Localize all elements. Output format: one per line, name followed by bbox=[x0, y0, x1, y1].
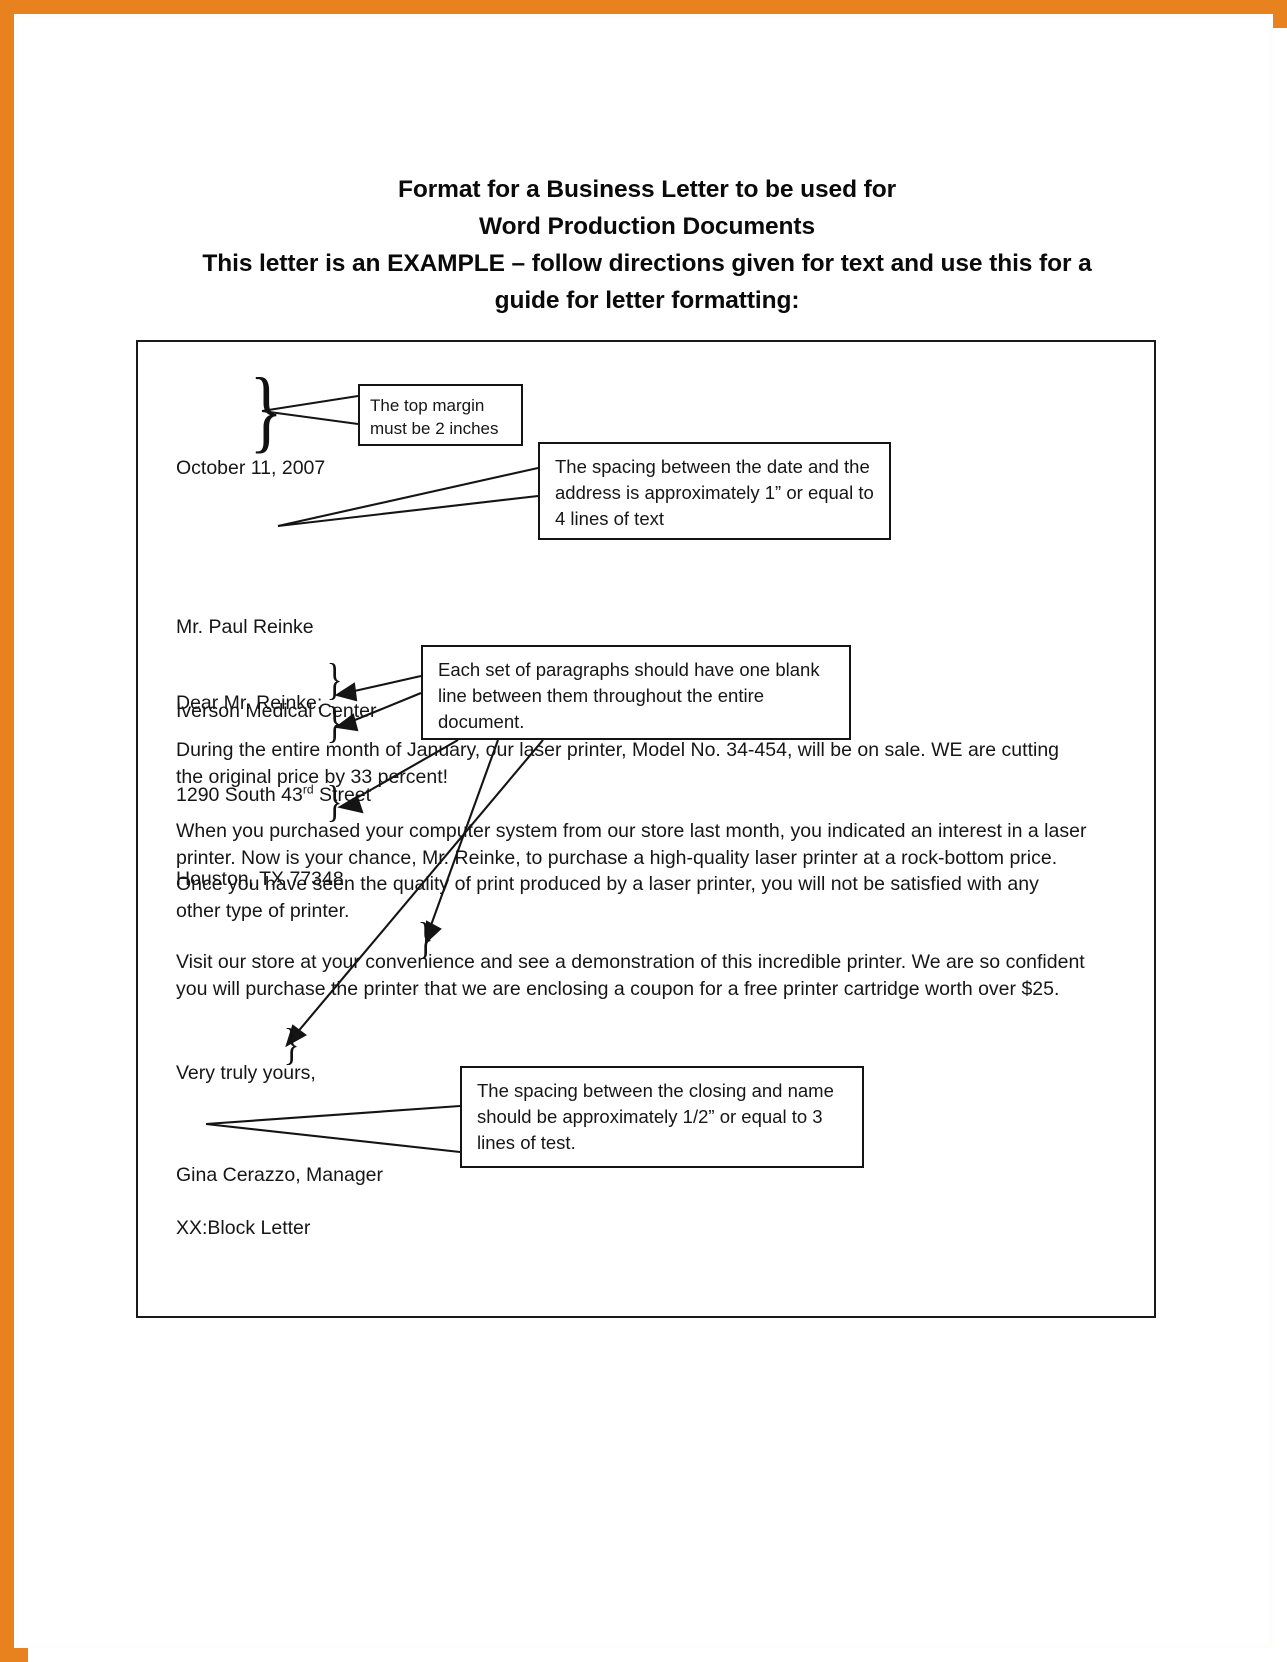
letter-reference-line: XX:Block Letter bbox=[176, 1217, 311, 1239]
heading-line-1: Format for a Business Letter to be used … bbox=[397, 176, 897, 203]
document-page: Format for a Business Letter to be used … bbox=[28, 28, 1287, 1662]
scan-border-frame: Format for a Business Letter to be used … bbox=[0, 0, 1287, 1662]
letter-salutation: Dear Mr. Reinke: bbox=[176, 692, 323, 714]
callout-date-spacing: The spacing between the date and the add… bbox=[538, 442, 891, 540]
heading-line-2: Word Production Documents bbox=[479, 213, 815, 240]
letter-paragraph-3: Visit our store at your convenience and … bbox=[176, 951, 1091, 1000]
salutation-paragraph-brace: } bbox=[326, 698, 343, 747]
callout-paragraph-spacing: Each set of paragraphs should have one b… bbox=[421, 645, 851, 740]
address-line-name: Mr. Paul Reinke bbox=[176, 616, 314, 638]
heading-line-4: guide for letter formatting: bbox=[494, 287, 800, 314]
callout-top-margin: The top margin must be 2 inches bbox=[358, 384, 523, 446]
address-salutation-brace: } bbox=[326, 655, 343, 704]
heading-line-3: This letter is an EXAMPLE – follow direc… bbox=[202, 250, 1092, 277]
letter-paragraph-1: During the entire month of January, our … bbox=[176, 739, 1065, 788]
paragraph-gap-brace-2: } bbox=[417, 914, 434, 963]
letter-signature-name: Gina Cerazzo, Manager bbox=[176, 1164, 384, 1186]
callout-closing-spacing: The spacing between the closing and name… bbox=[460, 1066, 864, 1168]
letter-paragraph-2: When you purchased your computer system … bbox=[176, 820, 1092, 922]
closing-gap-brace: } bbox=[283, 1020, 300, 1069]
paragraph-gap-brace-1: } bbox=[326, 777, 343, 826]
top-margin-brace: } bbox=[249, 359, 283, 461]
page-title: Format for a Business Letter to be used … bbox=[138, 171, 1156, 319]
